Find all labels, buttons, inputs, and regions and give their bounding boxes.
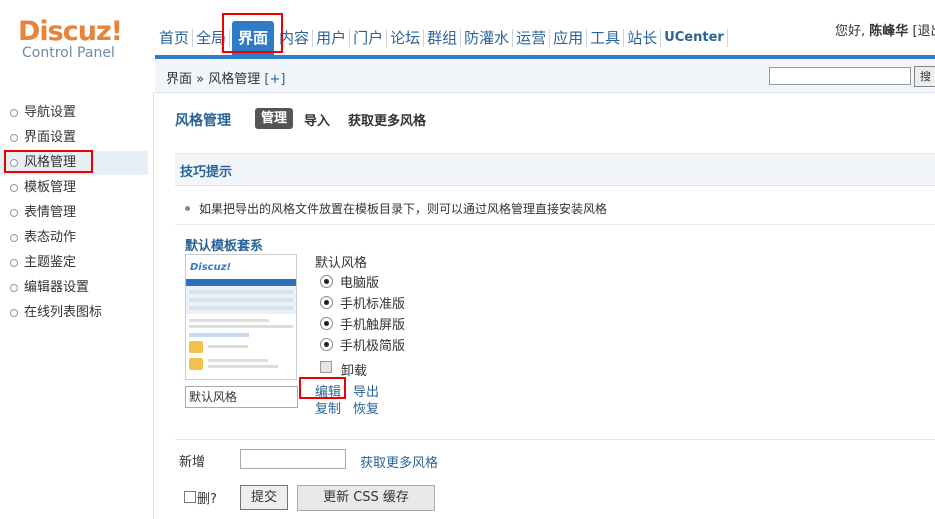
get-more-styles-link[interactable]: 获取更多风格: [360, 452, 438, 471]
nav-groups[interactable]: 群组: [424, 29, 462, 47]
nav-tools[interactable]: 工具: [587, 29, 625, 47]
breadcrumb-separator: »: [196, 72, 205, 87]
search-input[interactable]: [769, 67, 911, 85]
preview-row: [189, 333, 249, 337]
nav-ucenter[interactable]: UCenter: [661, 29, 728, 47]
divider: [175, 439, 935, 440]
breadcrumb: 界面 » 风格管理 [+]: [166, 68, 285, 87]
nav-antispam[interactable]: 防灌水: [461, 29, 514, 47]
tips-text: 如果把导出的风格文件放置在模板目录下，则可以通过风格管理直接安装风格: [199, 202, 608, 216]
delete-label: 删?: [197, 492, 217, 507]
nav-portal[interactable]: 门户: [350, 29, 388, 47]
add-shortcut-link[interactable]: [+]: [264, 72, 285, 87]
sidebar-item-label: 主题鉴定: [24, 255, 77, 270]
preview-line: [189, 325, 293, 328]
tab-import[interactable]: 导入: [304, 110, 330, 129]
template-set-name[interactable]: 默认模板套系: [185, 235, 263, 254]
preview-row: [189, 290, 293, 294]
uninstall-checkbox[interactable]: [320, 361, 332, 373]
bullet-icon: [185, 206, 190, 211]
delete-checkbox[interactable]: [184, 491, 196, 503]
bullet-icon: [10, 134, 18, 142]
radio-label-mobile-minimal: 手机极简版: [340, 339, 406, 354]
preview-logo: Discuz!: [190, 262, 232, 273]
copy-link[interactable]: 复制: [315, 398, 341, 417]
nav-users[interactable]: 用户: [313, 29, 351, 47]
tab-manage[interactable]: 管理: [255, 108, 293, 129]
sidebar-item-label: 在线列表图标: [24, 305, 103, 320]
divider: [175, 185, 935, 186]
sidebar-item-label: 表情管理: [24, 205, 77, 220]
radio-label-mobile-standard: 手机标准版: [340, 297, 406, 312]
highlight-box-sidebar: [4, 150, 93, 173]
username: 陈峰华: [869, 24, 909, 39]
radio-label-mobile-touch: 手机触屏版: [340, 318, 406, 333]
bullet-icon: [10, 184, 18, 192]
sidebar-item-nav-settings[interactable]: 导航设置: [0, 101, 148, 125]
nav-admin[interactable]: 站长: [624, 29, 662, 47]
default-style-label: 默认风格: [315, 256, 368, 271]
new-label: 新增: [179, 455, 206, 470]
greeting: 您好,: [835, 24, 866, 39]
nav-operations[interactable]: 运营: [513, 29, 551, 47]
sidebar-item-editor-settings[interactable]: 编辑器设置: [0, 276, 148, 300]
radio-mobile-touch[interactable]: [320, 317, 333, 330]
page-title: 风格管理: [175, 113, 231, 129]
sidebar-item-template-management[interactable]: 模板管理: [0, 176, 148, 200]
sidebar-item-label: 导航设置: [24, 105, 77, 120]
highlight-box-nav: [222, 13, 283, 53]
sidebar-item-label: 模板管理: [24, 180, 77, 195]
logo-main: Discuz!: [18, 16, 123, 47]
bullet-icon: [10, 109, 18, 117]
divider: [175, 224, 935, 225]
logout-link[interactable]: [退出: [912, 24, 935, 39]
sidebar-item-label: 表态动作: [24, 230, 77, 245]
radio-mobile-standard[interactable]: [320, 296, 333, 309]
preview-line: [208, 345, 248, 348]
radio-mobile-minimal[interactable]: [320, 338, 333, 351]
nav-forum[interactable]: 论坛: [387, 29, 425, 47]
nav-home[interactable]: 首页: [156, 29, 194, 47]
bullet-icon: [10, 284, 18, 292]
highlight-box-edit: [299, 377, 346, 399]
new-style-input[interactable]: [240, 449, 346, 469]
sidebar-item-label: 界面设置: [24, 130, 77, 145]
user-info: 您好, 陈峰华 [退出: [835, 20, 935, 39]
style-preview-thumbnail: Discuz!: [185, 254, 297, 380]
sidebar-item-label: 编辑器设置: [24, 280, 90, 295]
tab-get-more-styles[interactable]: 获取更多风格: [348, 110, 426, 129]
breadcrumb-section[interactable]: 界面: [166, 72, 192, 87]
restore-link[interactable]: 恢复: [353, 398, 379, 417]
tips-header: [175, 153, 935, 186]
update-css-cache-button[interactable]: 更新 CSS 缓存: [297, 485, 435, 511]
logo-sub: Control Panel: [22, 45, 115, 61]
preview-block: [189, 341, 203, 353]
radio-pc[interactable]: [320, 275, 333, 288]
preview-line: [189, 319, 269, 322]
bullet-icon: [10, 234, 18, 242]
radio-label-pc: 电脑版: [340, 276, 380, 291]
bullet-icon: [10, 309, 18, 317]
search-button[interactable]: 搜: [914, 66, 935, 87]
preview-line: [208, 365, 278, 368]
bullet-icon: [10, 259, 18, 267]
sidebar-item-ui-settings[interactable]: 界面设置: [0, 126, 148, 150]
style-name-input[interactable]: 默认风格: [185, 386, 298, 408]
preview-block: [189, 358, 203, 370]
breadcrumb-page: 风格管理: [208, 72, 261, 87]
preview-line: [208, 359, 268, 362]
sidebar-item-thread-stamps[interactable]: 主题鉴定: [0, 251, 148, 275]
nav-apps[interactable]: 应用: [550, 29, 588, 47]
sidebar-item-emoticons[interactable]: 表情管理: [0, 201, 148, 225]
discuz-logo[interactable]: Discuz! Control Panel: [18, 16, 123, 61]
bullet-icon: [10, 209, 18, 217]
preview-nav: [186, 279, 296, 286]
sidebar-item-reactions[interactable]: 表态动作: [0, 226, 148, 250]
preview-row: [189, 306, 293, 310]
submit-button[interactable]: 提交: [240, 485, 288, 510]
sidebar-item-online-icons[interactable]: 在线列表图标: [0, 301, 148, 325]
preview-row: [189, 298, 293, 302]
tips-title: 技巧提示: [180, 165, 233, 180]
